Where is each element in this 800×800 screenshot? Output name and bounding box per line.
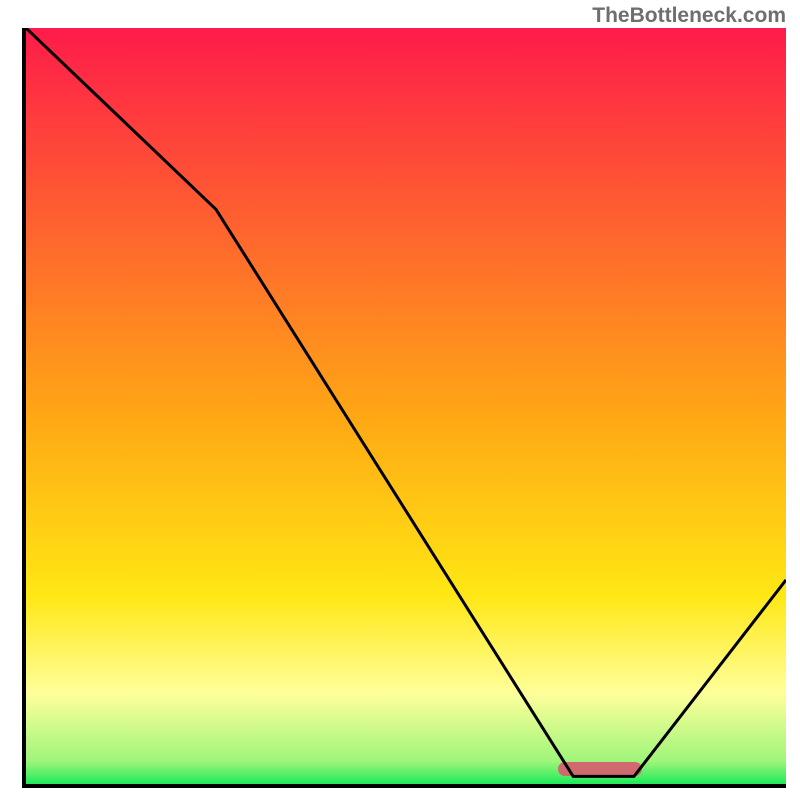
watermark-text: TheBottleneck.com (592, 4, 786, 28)
bottleneck-curve (26, 28, 786, 784)
plot-area (22, 28, 786, 788)
chart-container: TheBottleneck.com (0, 0, 800, 800)
